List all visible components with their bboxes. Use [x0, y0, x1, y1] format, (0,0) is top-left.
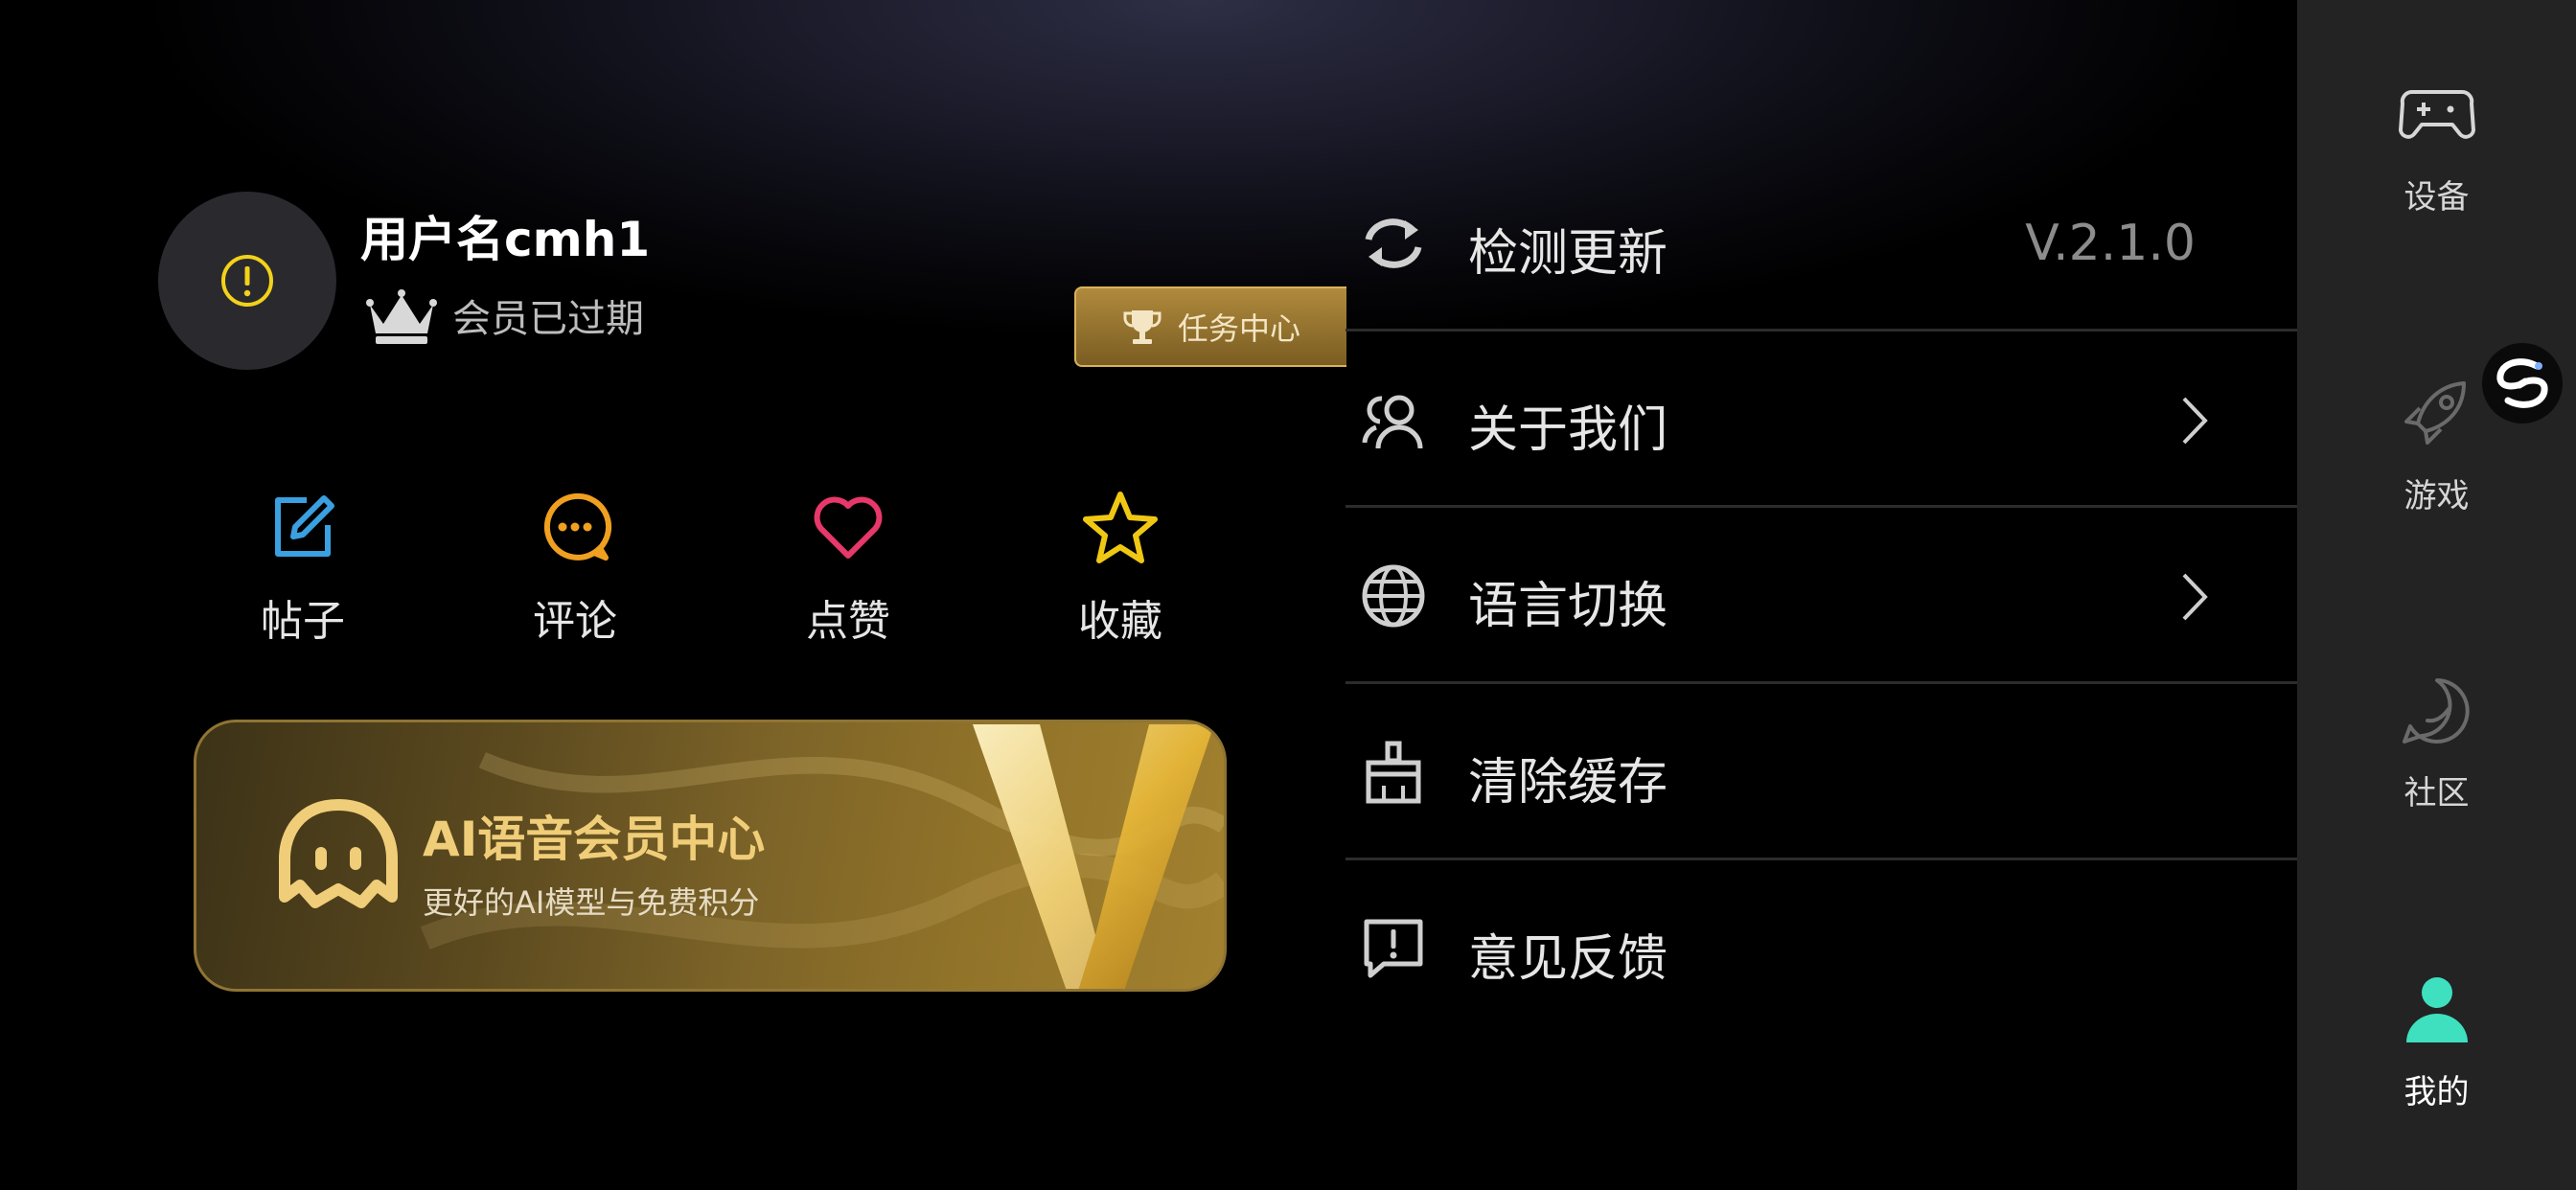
setting-label: 关于我们: [1468, 401, 1668, 459]
floating-assistant-button[interactable]: [2482, 343, 2563, 423]
nav-item-community[interactable]: 社区: [2297, 673, 2576, 813]
setting-about-us[interactable]: 关于我们: [1346, 332, 2297, 508]
v-logo-icon: [973, 724, 1214, 989]
nav-label: 设备: [2404, 178, 2470, 217]
users-icon: [1362, 395, 1423, 449]
user-icon: [2405, 977, 2468, 1042]
nav-item-mine[interactable]: 我的: [2297, 972, 2576, 1112]
globe-icon: [1362, 564, 1425, 628]
avatar[interactable]: [158, 192, 336, 370]
refresh-icon: [1365, 218, 1422, 268]
warning-circle-icon: [221, 255, 273, 307]
nav-label: 社区: [2404, 774, 2470, 812]
comment-icon: [543, 492, 612, 561]
setting-clear-cache[interactable]: 清除缓存: [1346, 684, 2297, 860]
banner-title: AI语音会员中心: [423, 812, 766, 867]
ai-mascot-icon: [279, 799, 398, 908]
setting-language[interactable]: 语言切换: [1346, 508, 2297, 684]
setting-label: 意见反馈: [1468, 930, 1668, 988]
ai-member-banner[interactable]: AI语音会员中心 更好的AI模型与免费积分: [194, 720, 1227, 992]
action-label: 评论: [533, 597, 617, 646]
setting-feedback[interactable]: 意见反馈: [1346, 860, 2297, 1037]
broom-icon: [1366, 741, 1421, 804]
gamepad-icon: [2398, 90, 2475, 139]
nav-label: 我的: [2404, 1073, 2470, 1111]
rocket-icon: [2404, 381, 2466, 445]
feedback-icon: [1364, 919, 1423, 978]
main-panel: 用户名cmh1 会员已过期 任务中心 帖子 评论 点赞 收藏 AI语音会员中心 …: [0, 0, 2297, 1190]
chat-icon: [2402, 678, 2470, 744]
action-favorites[interactable]: 收藏: [1044, 489, 1197, 648]
task-center-label: 任务中心: [1178, 310, 1301, 347]
version-value: V.2.1.0: [2025, 215, 2196, 272]
chevron-right-icon: [2182, 573, 2208, 621]
star-icon: [1083, 492, 1158, 563]
setting-label: 清除缓存: [1468, 754, 1668, 812]
edit-icon: [275, 495, 334, 557]
action-posts[interactable]: 帖子: [226, 489, 380, 648]
action-comments[interactable]: 评论: [498, 489, 652, 648]
nav-item-devices[interactable]: 设备: [2297, 77, 2576, 217]
chevron-right-icon: [2182, 397, 2208, 445]
setting-label: 语言切换: [1468, 578, 1668, 635]
action-label: 帖子: [261, 597, 345, 646]
banner-subtitle: 更好的AI模型与免费积分: [423, 884, 760, 921]
trophy-icon: [1123, 310, 1162, 344]
setting-label: 检测更新: [1468, 225, 1668, 283]
heart-icon: [814, 496, 883, 559]
member-status: 会员已过期: [452, 297, 644, 341]
task-center-button[interactable]: 任务中心: [1074, 286, 1346, 367]
setting-check-update[interactable]: 检测更新 V.2.1.0: [1346, 155, 2297, 332]
username: 用户名cmh1: [360, 212, 651, 267]
action-label: 收藏: [1078, 597, 1162, 646]
crown-icon: [366, 289, 437, 344]
action-likes[interactable]: 点赞: [771, 489, 925, 648]
action-label: 点赞: [806, 597, 890, 646]
swirl-logo-icon: [2496, 358, 2548, 408]
nav-label: 游戏: [2404, 477, 2470, 515]
